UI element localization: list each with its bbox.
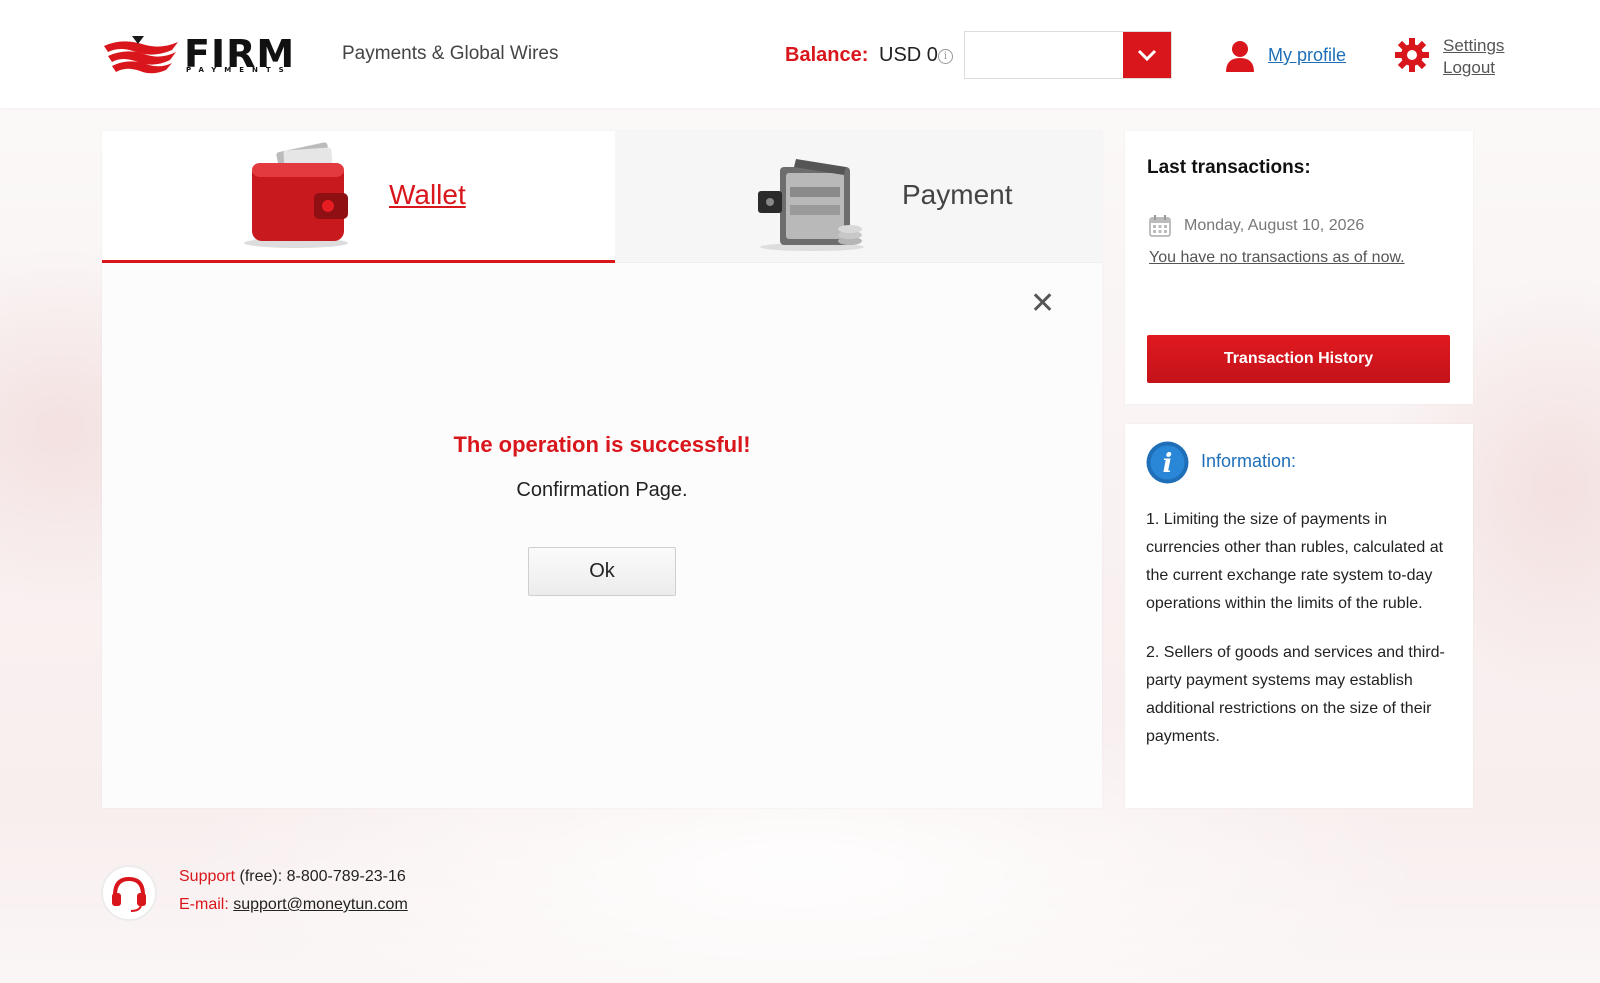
tab-payment-label[interactable]: Payment	[902, 179, 1013, 211]
info-paragraph-1: 1. Limiting the size of payments in curr…	[1146, 511, 1444, 612]
balance-label: Balance:	[785, 44, 869, 66]
user-icon[interactable]	[1225, 40, 1255, 72]
tab-payment[interactable]: Payment	[615, 131, 1102, 263]
calendar-icon	[1149, 215, 1171, 237]
my-profile-link[interactable]: My profile	[1268, 45, 1346, 66]
information-title: Information:	[1201, 451, 1297, 471]
support-email: E-mail: support@moneytun.com	[179, 896, 408, 914]
ok-button[interactable]: Ok	[528, 547, 676, 596]
logo-subtext: PAYMENTS	[186, 66, 292, 74]
chevron-down-icon	[1137, 49, 1157, 62]
support-headset-icon	[101, 865, 157, 921]
gear-icon[interactable]	[1395, 38, 1429, 72]
balance-info-icon[interactable]: i	[938, 49, 953, 64]
flag-swoosh-icon	[104, 36, 178, 74]
main-panel: Wallet Payment ✕ The operation is succes…	[102, 131, 1102, 808]
currency-select[interactable]	[964, 31, 1172, 79]
information-panel: i Information: 1. Limiting the size of p…	[1125, 424, 1473, 808]
tab-wallet-label[interactable]: Wallet	[389, 179, 466, 211]
support-label: Support	[179, 868, 236, 885]
transaction-date: Monday, August 10, 2026	[1184, 217, 1365, 234]
svg-text:i: i	[1163, 449, 1173, 479]
info-paragraph-2: 2. Sellers of goods and services and thi…	[1146, 644, 1445, 745]
settings-link[interactable]: Settings	[1443, 36, 1504, 56]
transaction-history-button[interactable]: Transaction History	[1147, 335, 1450, 383]
success-title: The operation is successful!	[453, 432, 751, 457]
no-transactions-link[interactable]: You have no transactions as of now.	[1149, 249, 1405, 267]
currency-dropdown-button[interactable]	[1123, 32, 1171, 78]
safe-icon	[758, 159, 864, 251]
confirmation-text: Confirmation Page.	[516, 479, 688, 501]
firm-logo[interactable]: FIRM PAYMENTS	[102, 34, 312, 76]
close-icon[interactable]: ✕	[1030, 289, 1055, 319]
tab-wallet[interactable]: Wallet	[102, 131, 615, 263]
support-phone-text: (free): 8-800-789-23-16	[235, 868, 406, 885]
tagline: Payments & Global Wires	[342, 43, 559, 64]
email-label: E-mail:	[179, 896, 234, 913]
headset-icon	[112, 876, 146, 912]
last-transactions-title: Last transactions:	[1147, 157, 1311, 178]
info-icon: i	[1146, 441, 1189, 484]
last-transactions-panel: Last transactions: Monday, August 10, 20…	[1125, 131, 1473, 404]
wallet-icon	[244, 142, 348, 248]
support-phone: Support (free): 8-800-789-23-16	[179, 868, 406, 886]
email-link[interactable]: support@moneytun.com	[233, 896, 408, 913]
top-header: FIRM PAYMENTS Payments & Global Wires Ba…	[0, 0, 1600, 108]
logout-link[interactable]: Logout	[1443, 58, 1495, 78]
balance-value: USD 0	[879, 44, 938, 66]
